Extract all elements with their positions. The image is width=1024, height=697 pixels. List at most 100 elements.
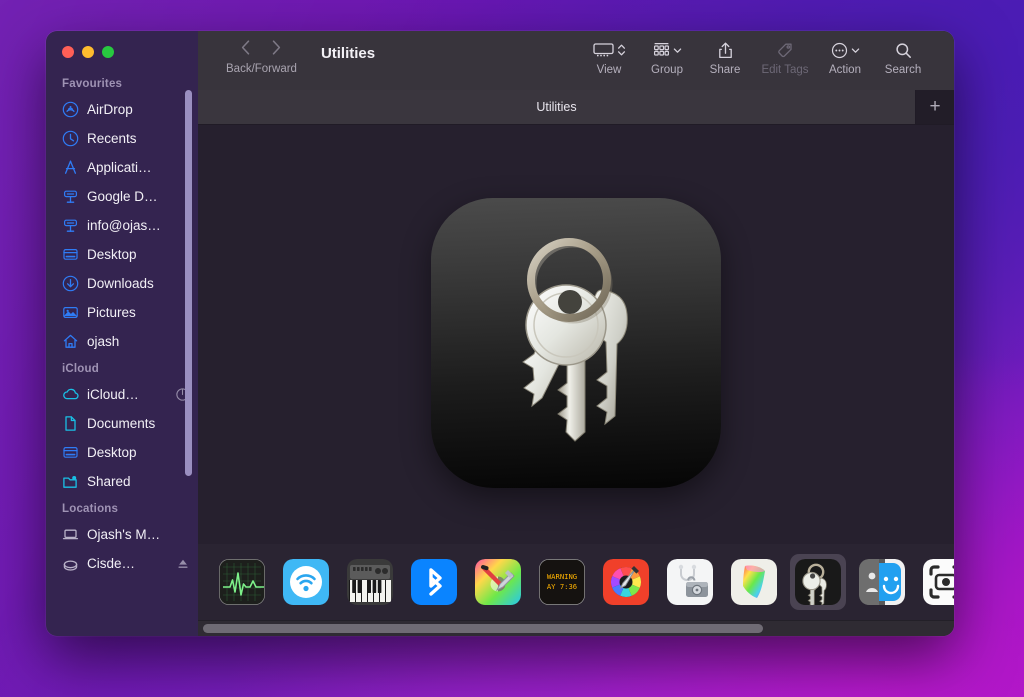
sidebar-item-cisde[interactable]: Cisde… bbox=[46, 549, 198, 578]
nav-group: Back/Forward bbox=[198, 31, 297, 75]
tab-utilities[interactable]: Utilities bbox=[198, 90, 915, 124]
filmstrip-item-colorsync-utility[interactable] bbox=[470, 554, 526, 610]
sidebar-item-label: Desktop bbox=[87, 247, 137, 262]
downloads-icon bbox=[62, 275, 79, 292]
sidebar-section-icloud: iCloud bbox=[62, 363, 99, 375]
filmstrip-item-grapher[interactable] bbox=[726, 554, 782, 610]
sidebar-item-applicati[interactable]: Applicati… bbox=[46, 153, 198, 182]
share-button[interactable]: Share bbox=[696, 40, 754, 76]
sidebar-item-label: AirDrop bbox=[87, 102, 133, 117]
keychain-access-icon bbox=[795, 559, 841, 605]
ellipsis-circle-icon bbox=[831, 40, 860, 60]
filmstrip-item-activity-monitor[interactable] bbox=[214, 554, 270, 610]
tag-icon bbox=[777, 40, 794, 60]
audio-midi-setup-icon bbox=[347, 559, 393, 605]
external-disk-icon bbox=[62, 555, 79, 572]
chevron-right-icon[interactable] bbox=[272, 40, 281, 60]
digital-color-meter-icon bbox=[603, 559, 649, 605]
sidebar-item-downloads[interactable]: Downloads bbox=[46, 269, 198, 298]
toolbar-button-label: Share bbox=[709, 64, 741, 76]
sidebar-item-pictures[interactable]: Pictures bbox=[46, 298, 198, 327]
sidebar-item-shared[interactable]: Shared bbox=[46, 467, 198, 496]
filmstrip-item-console[interactable]: WARNING AY 7:36 bbox=[534, 554, 590, 610]
minimize-button[interactable] bbox=[82, 46, 94, 58]
filmstrip-item-audio-midi-setup[interactable] bbox=[342, 554, 398, 610]
group-button[interactable]: Group bbox=[638, 40, 696, 76]
filmstrip-scrollbar[interactable] bbox=[198, 620, 954, 636]
back-forward-label: Back/Forward bbox=[226, 63, 297, 75]
keychain-keys-artwork bbox=[521, 238, 628, 443]
sidebar-list: Favourites AirDrop Recents Applicati… Google… bbox=[46, 71, 198, 578]
filmstrip-item-disk-utility[interactable] bbox=[662, 554, 718, 610]
sidebar-item-label: iCloud… bbox=[87, 387, 139, 402]
document-icon bbox=[62, 415, 79, 432]
window-body: Favourites AirDrop Recents Applicati… Google… bbox=[46, 31, 954, 636]
filmstrip-item-screenshot[interactable] bbox=[918, 554, 954, 610]
screenshot-icon bbox=[923, 559, 954, 605]
sidebar-item-ojash[interactable]: ojash bbox=[46, 327, 198, 356]
sidebar-item-label: Pictures bbox=[87, 305, 136, 320]
sidebar-item-info-ojas[interactable]: info@ojas… bbox=[46, 211, 198, 240]
sidebar-item-documents[interactable]: Documents bbox=[46, 409, 198, 438]
sidebar-scrollbar[interactable] bbox=[185, 90, 192, 476]
bluetooth-icon bbox=[411, 559, 457, 605]
filmstrip-item-digital-color-meter[interactable] bbox=[598, 554, 654, 610]
toolbar-button-label: View bbox=[596, 64, 622, 76]
traffic-lights bbox=[62, 46, 114, 58]
filmstrip-item-keychain-access[interactable] bbox=[790, 554, 846, 610]
group-by-icon bbox=[653, 40, 682, 60]
sidebar-item-recents[interactable]: Recents bbox=[46, 124, 198, 153]
sidebar-item-label: Ojash's M… bbox=[87, 527, 161, 542]
svg-text:WARNING: WARNING bbox=[547, 572, 577, 581]
svg-text:AY 7:36: AY 7:36 bbox=[547, 582, 577, 591]
sidebar-item-airdrop[interactable]: AirDrop bbox=[46, 95, 198, 124]
migration-assistant-icon bbox=[859, 559, 905, 605]
sidebar-item-label: Documents bbox=[87, 416, 156, 431]
action-button[interactable]: Action bbox=[816, 40, 874, 76]
new-tab-button[interactable]: + bbox=[915, 90, 954, 124]
filmstrip-scrollbar-thumb[interactable] bbox=[203, 624, 763, 633]
gallery-view-icon bbox=[592, 40, 626, 60]
keychain-access-icon bbox=[431, 197, 721, 488]
search-icon bbox=[895, 40, 912, 60]
toolbar-buttons: View Group Share Edit Tags Action Search bbox=[580, 31, 954, 76]
sidebar-item-label: ojash bbox=[87, 334, 120, 349]
search-button[interactable]: Search bbox=[874, 40, 932, 76]
server-icon bbox=[62, 217, 79, 234]
tab-bar: Utilities + bbox=[198, 90, 954, 125]
console-icon: WARNING AY 7:36 bbox=[539, 559, 585, 605]
eject-icon[interactable] bbox=[176, 557, 190, 571]
desktop-icon bbox=[62, 444, 79, 461]
sidebar-item-icloud[interactable]: iCloud… bbox=[46, 380, 198, 409]
toolbar-button-label: Action bbox=[829, 64, 861, 76]
activity-monitor-icon bbox=[219, 559, 265, 605]
clock-icon bbox=[62, 130, 79, 147]
toolbar-button-label: Search bbox=[884, 64, 922, 76]
back-forward-buttons bbox=[241, 40, 281, 60]
sidebar-section-locations: Locations bbox=[62, 503, 119, 515]
close-button[interactable] bbox=[62, 46, 74, 58]
applications-icon bbox=[62, 159, 79, 176]
toolbar-button-label: Edit Tags bbox=[761, 64, 809, 76]
sidebar-section-favourites: Favourites bbox=[62, 78, 123, 90]
icon-filmstrip[interactable]: WARNING AY 7:36 bbox=[198, 544, 954, 620]
sidebar-item-label: Cisde… bbox=[87, 556, 136, 571]
zoom-button[interactable] bbox=[102, 46, 114, 58]
sidebar-item-label: Desktop bbox=[87, 445, 137, 460]
sidebar-item-ojash-s-m[interactable]: Ojash's M… bbox=[46, 520, 198, 549]
sidebar-item-desktop[interactable]: Desktop bbox=[46, 240, 198, 269]
sidebar-item-label: Downloads bbox=[87, 276, 154, 291]
sidebar-item-google-d[interactable]: Google D… bbox=[46, 182, 198, 211]
sidebar-item-desktop[interactable]: Desktop bbox=[46, 438, 198, 467]
filmstrip-item-airport-utility[interactable] bbox=[278, 554, 334, 610]
chevron-left-icon[interactable] bbox=[241, 40, 250, 60]
edit-tags-button: Edit Tags bbox=[754, 40, 816, 76]
toolbar: Back/Forward Utilities View Group Share Edi… bbox=[198, 31, 954, 90]
share-icon bbox=[718, 40, 733, 60]
airport-utility-icon bbox=[283, 559, 329, 605]
filmstrip-item-bluetooth-screen-sharing[interactable] bbox=[406, 554, 462, 610]
view-button[interactable]: View bbox=[580, 40, 638, 76]
sidebar[interactable]: Favourites AirDrop Recents Applicati… Google… bbox=[46, 31, 198, 636]
home-icon bbox=[62, 333, 79, 350]
filmstrip-item-migration-assistant[interactable] bbox=[854, 554, 910, 610]
